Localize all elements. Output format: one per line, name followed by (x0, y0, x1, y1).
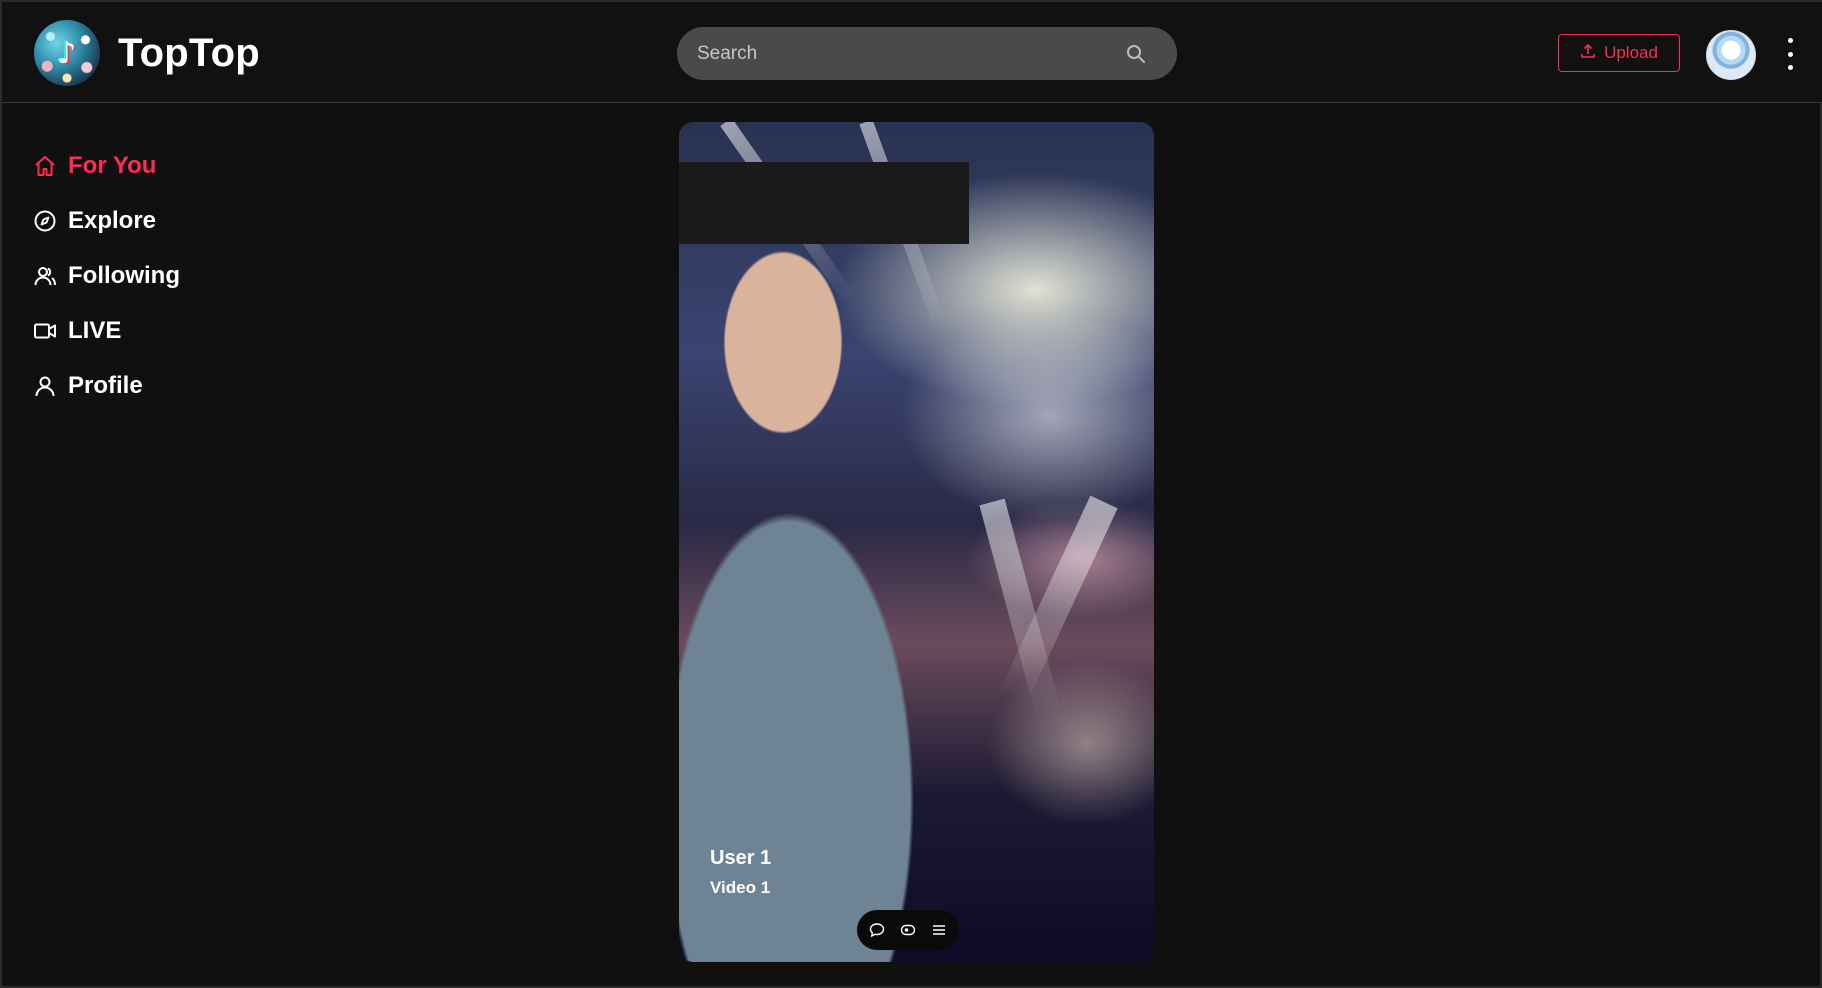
comment-icon[interactable] (868, 921, 886, 939)
brand-name: TopTop (118, 30, 260, 75)
video-camera-icon (32, 318, 58, 344)
sidebar-item-label: Explore (68, 206, 157, 234)
video-thumbnail (679, 162, 969, 962)
video-username[interactable]: User 1 (710, 847, 771, 870)
upload-label: Upload (1604, 43, 1658, 62)
sidebar-nav: For You Explore Following LIVE Profile (32, 138, 332, 413)
app-root: ♪ TopTop Upload For You (2, 2, 1822, 986)
video-controls (857, 910, 959, 950)
sidebar-item-profile[interactable]: Profile (32, 358, 332, 413)
sidebar-item-explore[interactable]: Explore (32, 193, 332, 248)
sidebar-item-for-you[interactable]: For You (32, 138, 332, 193)
top-bar: ♪ TopTop Upload (2, 2, 1822, 103)
user-avatar[interactable] (1706, 30, 1756, 80)
vertical-dots-icon[interactable] (1782, 38, 1798, 70)
upload-icon (1580, 43, 1596, 64)
eye-icon[interactable] (899, 921, 917, 939)
sidebar-item-following[interactable]: Following (32, 248, 332, 303)
menu-icon[interactable] (930, 921, 948, 939)
video-info: User 1 Video 1 (710, 847, 771, 898)
users-icon (32, 263, 58, 289)
compass-icon (32, 208, 58, 234)
home-icon (32, 153, 58, 179)
user-icon (32, 373, 58, 399)
sidebar-item-label: LIVE (68, 316, 122, 344)
upload-button[interactable]: Upload (1558, 34, 1680, 72)
search-input[interactable] (677, 41, 1119, 66)
brand[interactable]: ♪ TopTop (34, 20, 260, 86)
sidebar-item-label: For You (68, 151, 157, 179)
sidebar-item-label: Following (68, 261, 180, 289)
search-bar (677, 27, 1177, 80)
music-note-logo-icon: ♪ (34, 20, 100, 86)
video-title: Video 1 (710, 878, 771, 897)
sidebar-item-live[interactable]: LIVE (32, 303, 332, 358)
sidebar-item-label: Profile (68, 371, 143, 399)
search-icon[interactable] (1119, 37, 1153, 71)
video-player[interactable]: User 1 Video 1 (679, 122, 1154, 962)
